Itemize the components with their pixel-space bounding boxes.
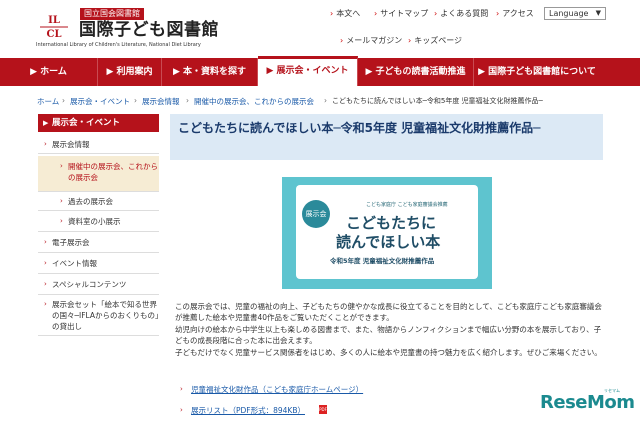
breadcrumb-events[interactable]: 展示会・イベント <box>70 96 130 107</box>
nav-about[interactable]: ▶ 国際子ども図書館について <box>474 58 600 86</box>
util-link-skip[interactable]: › 本文へ <box>330 9 360 19</box>
arrow-icon: › <box>340 36 344 45</box>
sidebar-item-past[interactable]: › 過去の展示会 <box>38 193 159 211</box>
language-select[interactable]: Language ▼ <box>544 7 606 20</box>
sidebar-heading[interactable]: ▶ 展示会・イベント <box>38 114 159 132</box>
arrow-icon: › <box>60 162 63 170</box>
banner-card: 展示会 こども家庭庁 こども家庭審議会推薦 こどもたちに 読んでほしい本 令和5… <box>296 185 478 279</box>
arrow-icon: › <box>408 36 412 45</box>
arrow-icon: › <box>60 217 63 225</box>
arrow-icon: ▶ <box>43 119 49 127</box>
sidebar-item-events[interactable]: › イベント情報 <box>38 254 159 274</box>
library-logo-icon[interactable]: IL CL <box>36 9 72 45</box>
banner-tag: 展示会 <box>302 200 330 228</box>
arrow-icon: › <box>180 406 183 414</box>
sidebar-item-kit[interactable]: › 展示会セット「絵本で知る世界の国々─IFLAからのおくりもの」の貸出し <box>38 296 159 336</box>
sidebar-item-current[interactable]: › 開催中の展示会、これからの展示会 <box>38 156 159 192</box>
arrow-icon: › <box>60 197 63 205</box>
breadcrumb-separator: › <box>62 96 65 105</box>
util-link-access[interactable]: › アクセス <box>496 9 534 19</box>
arrow-icon: › <box>180 385 183 393</box>
nav-reading[interactable]: ▶ 子どもの読書活動推進 <box>358 58 474 86</box>
nav-events[interactable]: ▶ 展示会・イベント <box>258 56 358 86</box>
arrow-icon: › <box>44 140 47 148</box>
arrow-icon: › <box>330 9 334 18</box>
nav-guide[interactable]: ▶ 利用案内 <box>98 58 162 86</box>
breadcrumb-home[interactable]: ホーム <box>37 96 59 107</box>
arrow-icon: › <box>44 259 47 267</box>
arrow-icon: › <box>44 238 47 246</box>
page-title-bar: こどもたちに読んでほしい本─令和5年度 児童福祉文化財推薦作品─ <box>170 114 603 160</box>
sidebar-item-small[interactable]: › 資料室の小展示 <box>38 212 159 232</box>
sidebar-item-digital[interactable]: › 電子展示会 <box>38 233 159 253</box>
svg-text:CL: CL <box>47 29 62 40</box>
global-nav: ▶ ホーム ▶ 利用案内 ▶ 本・資料を探す ▶ 展示会・イベント ▶ 子どもの… <box>0 56 640 86</box>
resemom-watermark: ReseMom <box>540 392 635 413</box>
banner-subtitle: こども家庭庁 こども家庭審議会推薦 <box>366 202 448 208</box>
util-link-mailmag[interactable]: › メールマガジン <box>340 36 402 46</box>
breadcrumb-separator: › <box>134 96 137 105</box>
link-cfa-works[interactable]: 児童福祉文化財作品（こども家庭庁ホームページ） <box>191 384 363 395</box>
detail-paragraph: 幼児向けの絵本から中学生以上も楽しめる図書まで、また、物語からノンフィクションま… <box>175 325 602 345</box>
arrow-icon: › <box>434 9 438 18</box>
page-title: こどもたちに読んでほしい本─令和5年度 児童福祉文化財推薦作品─ <box>178 121 541 135</box>
nav-search[interactable]: ▶ 本・資料を探す <box>162 58 258 86</box>
sidebar-item-special[interactable]: › スペシャルコンテンツ <box>38 275 159 295</box>
pdf-icon: PDF <box>319 405 327 414</box>
org-name: 国立国会図書館 <box>80 8 144 20</box>
library-name[interactable]: 国際子ども図書館 <box>79 20 219 40</box>
exhibition-banner: 展示会 こども家庭庁 こども家庭審議会推薦 こどもたちに 読んでほしい本 令和5… <box>282 177 492 289</box>
svg-text:IL: IL <box>48 15 60 26</box>
arrow-icon: › <box>496 9 500 18</box>
banner-footer: 令和5年度 児童福祉文化財推薦作品 <box>330 257 435 265</box>
util-link-sitemap[interactable]: › サイトマップ <box>374 9 428 19</box>
intro-paragraph: この展示会では、児童の福祉の向上、子どもたちの健やかな成長に役立てることを目的と… <box>175 302 602 322</box>
arrow-icon: › <box>374 9 378 18</box>
breadcrumb-separator: › <box>324 96 327 105</box>
breadcrumb-separator: › <box>186 96 189 105</box>
util-link-kids[interactable]: › キッズページ <box>408 36 462 46</box>
chevron-down-icon: ▼ <box>595 9 601 17</box>
arrow-icon: › <box>44 280 47 288</box>
arrow-icon: › <box>44 300 47 308</box>
breadcrumb-current: こどもたちに読んでほしい本─令和5年度 児童福祉文化財推薦作品─ <box>332 97 543 105</box>
util-link-faq[interactable]: › よくある質問 <box>434 9 488 19</box>
banner-title-line2: 読んでほしい本 <box>336 233 441 251</box>
page: IL CL 国立国会図書館 国際子ども図書館 International Lib… <box>0 0 640 425</box>
link-exhibit-list-pdf[interactable]: 展示リスト（PDF形式：894KB） <box>191 405 305 416</box>
invite-paragraph: 子どもだけでなく児童サービス関係者をはじめ、多くの人に絵本や児童書の持つ魅力を広… <box>175 348 602 357</box>
sidebar-item-exhibitions[interactable]: › 展示会情報 <box>38 134 159 154</box>
nav-home[interactable]: ▶ ホーム <box>0 58 98 86</box>
breadcrumb-current-exhibitions[interactable]: 開催中の展示会、これからの展示会 <box>194 96 314 107</box>
banner-title-line1: こどもたちに <box>346 214 437 232</box>
breadcrumb-exhibitions[interactable]: 展示会情報 <box>142 96 180 107</box>
library-name-en: International Library of Children's Lite… <box>36 42 201 48</box>
